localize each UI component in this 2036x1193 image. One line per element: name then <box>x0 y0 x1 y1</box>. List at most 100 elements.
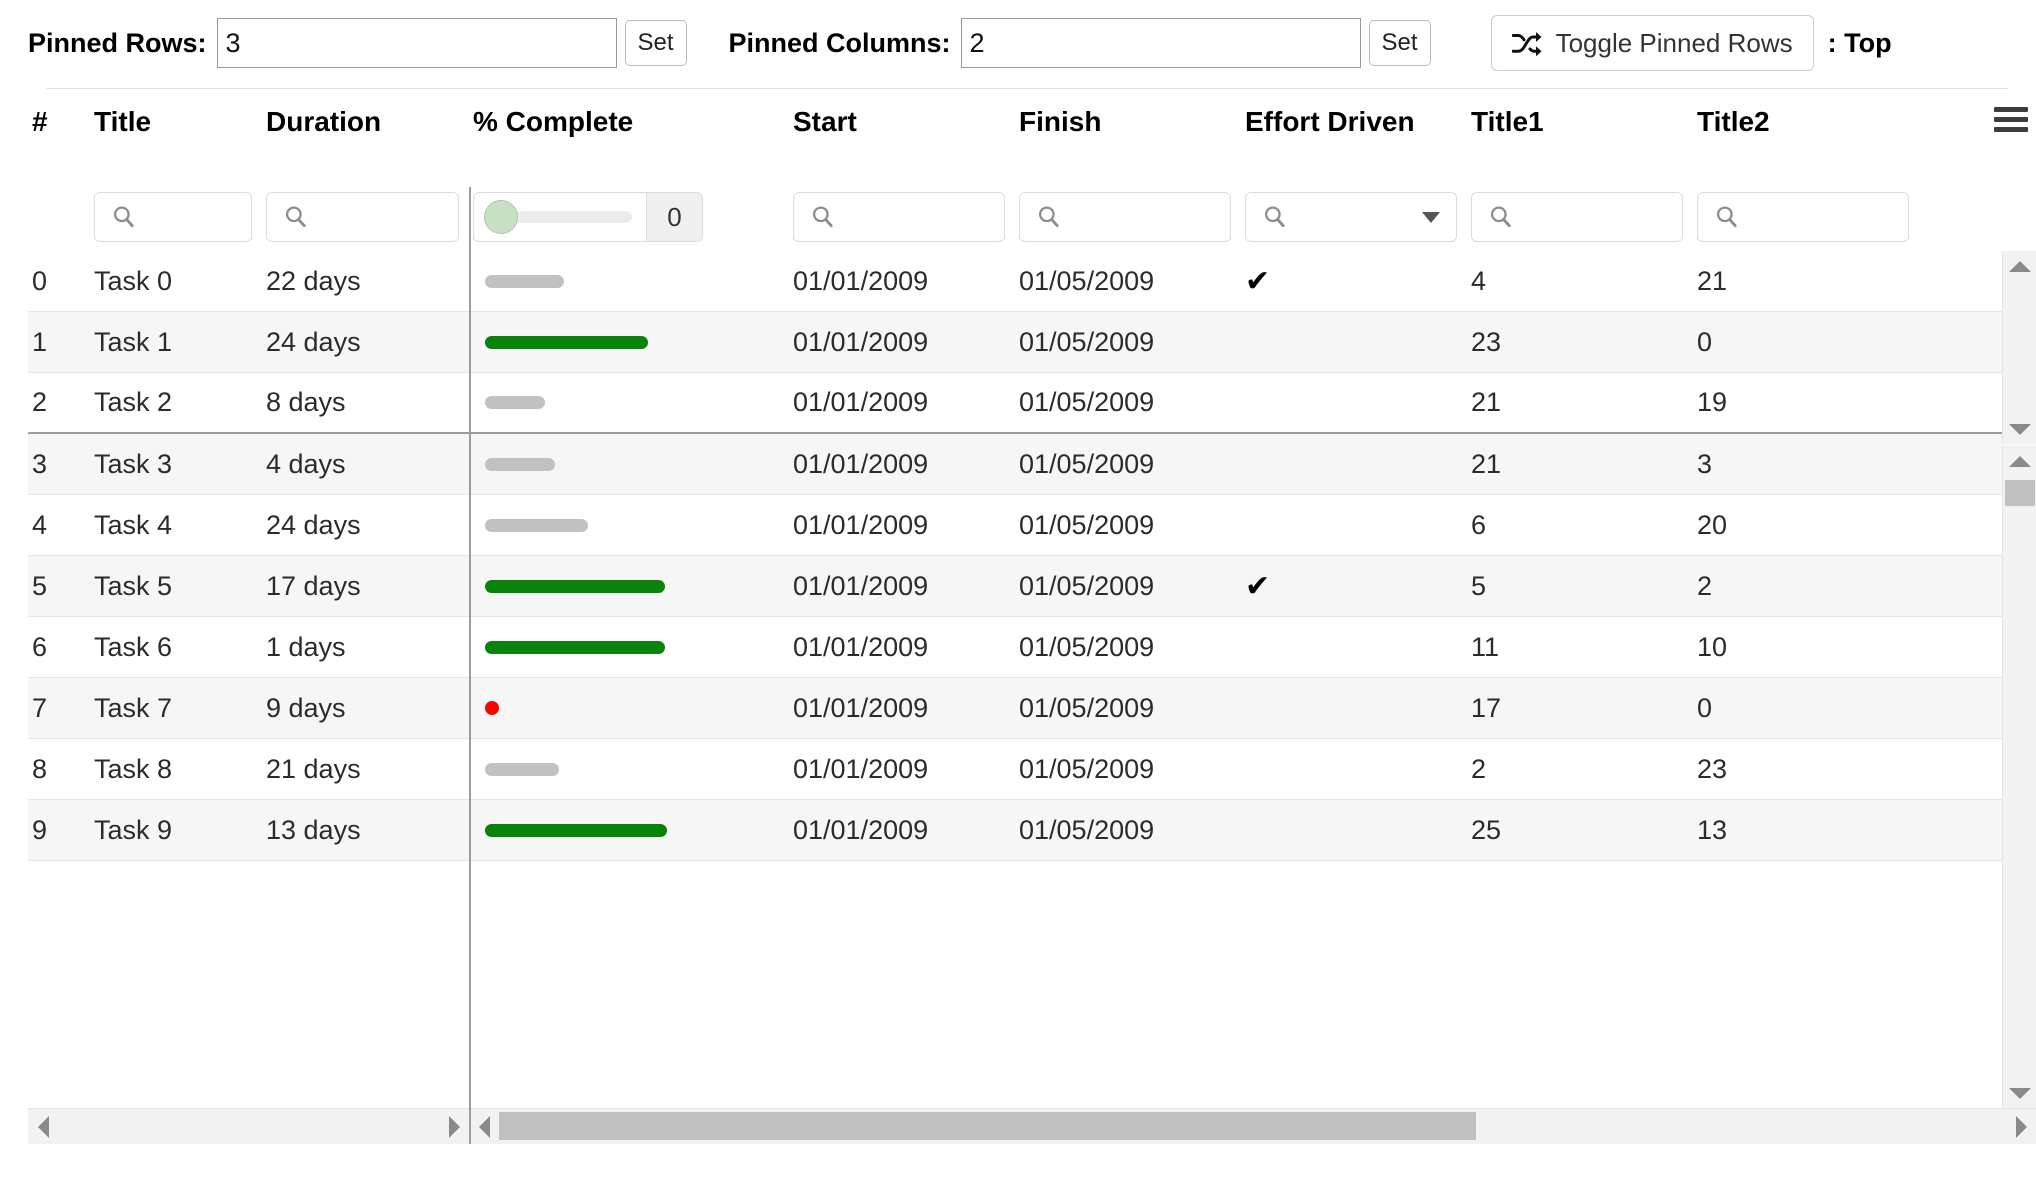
pinned-rows-input[interactable] <box>216 18 617 68</box>
cell-idx[interactable]: 3 <box>28 449 90 480</box>
scroll-right-arrow[interactable] <box>2006 1115 2036 1138</box>
column-header-title1[interactable]: Title1 <box>1467 105 1693 139</box>
column-header-title[interactable]: Title <box>90 105 262 139</box>
cell-pct[interactable] <box>469 457 789 471</box>
cell-finish[interactable]: 01/05/2009 <box>1015 387 1241 418</box>
toggle-pinned-rows-button[interactable]: Toggle Pinned Rows <box>1490 15 1814 71</box>
caret-down-icon[interactable] <box>1422 211 1440 223</box>
vertical-scrollbar-thumb[interactable] <box>2005 480 2035 506</box>
column-header-finish[interactable]: Finish <box>1015 105 1241 139</box>
table-row[interactable]: 4 Task 4 24 days 01/01/2009 01/05/2009 6 20 <box>28 495 2036 556</box>
cell-title2[interactable]: 3 <box>1693 449 1919 480</box>
cell-duration[interactable]: 24 days <box>262 327 469 358</box>
cell-title1[interactable]: 21 <box>1467 449 1693 480</box>
cell-title2[interactable]: 19 <box>1693 387 1919 418</box>
cell-title2[interactable]: 20 <box>1693 510 1919 541</box>
cell-pct[interactable] <box>469 335 789 349</box>
scroll-up-arrow[interactable] <box>2003 446 2036 476</box>
cell-title2[interactable]: 0 <box>1693 327 1919 358</box>
table-row[interactable]: 9 Task 9 13 days 01/01/2009 01/05/2009 25 13 <box>28 800 2036 861</box>
cell-start[interactable]: 01/01/2009 <box>789 449 1015 480</box>
cell-start[interactable]: 01/01/2009 <box>789 510 1015 541</box>
cell-title[interactable]: Task 6 <box>90 632 262 663</box>
pinned-columns-input[interactable] <box>960 18 1361 68</box>
cell-duration[interactable]: 4 days <box>262 449 469 480</box>
cell-duration[interactable]: 1 days <box>262 632 469 663</box>
cell-finish[interactable]: 01/05/2009 <box>1015 510 1241 541</box>
cell-finish[interactable]: 01/05/2009 <box>1015 327 1241 358</box>
cell-idx[interactable]: 9 <box>28 815 90 846</box>
cell-start[interactable]: 01/01/2009 <box>789 754 1015 785</box>
filter-select-effort[interactable] <box>1245 192 1457 242</box>
cell-title[interactable]: Task 2 <box>90 387 262 418</box>
set-pinned-columns-button[interactable]: Set <box>1368 20 1431 66</box>
table-row[interactable]: 6 Task 61 days 01/01/2009 01/05/2009 11 10 <box>28 617 2036 678</box>
cell-pct[interactable] <box>469 396 789 409</box>
cell-start[interactable]: 01/01/2009 <box>789 571 1015 602</box>
cell-duration[interactable]: 22 days <box>262 266 469 297</box>
cell-title[interactable]: Task 7 <box>90 693 262 724</box>
scroll-down-arrow-pinned[interactable] <box>2003 414 2036 444</box>
pinned-rows-vertical-scrollbar[interactable] <box>2002 251 2036 444</box>
scroll-right-arrow-frozen[interactable] <box>439 1115 469 1138</box>
cell-idx[interactable]: 2 <box>28 387 90 418</box>
filter-search-finish[interactable] <box>1019 192 1231 242</box>
cell-finish[interactable]: 01/05/2009 <box>1015 266 1241 297</box>
column-header-idx[interactable]: # <box>28 105 90 139</box>
cell-title[interactable]: Task 9 <box>90 815 262 846</box>
cell-idx[interactable]: 4 <box>28 510 90 541</box>
cell-duration[interactable]: 21 days <box>262 754 469 785</box>
cell-title1[interactable]: 4 <box>1467 266 1693 297</box>
cell-title1[interactable]: 6 <box>1467 510 1693 541</box>
cell-start[interactable]: 01/01/2009 <box>789 327 1015 358</box>
cell-title1[interactable]: 2 <box>1467 754 1693 785</box>
scroll-left-arrow-frozen[interactable] <box>28 1115 58 1138</box>
cell-pct[interactable] <box>469 823 789 837</box>
column-header-title2[interactable]: Title2 <box>1693 105 1919 139</box>
cell-finish[interactable]: 01/05/2009 <box>1015 693 1241 724</box>
table-row[interactable]: 1 Task 1 24 days 01/01/2009 01/05/2009 23 0 <box>28 312 2036 373</box>
grid-horizontal-scrollbar[interactable] <box>469 1108 2036 1144</box>
hamburger-menu-icon[interactable] <box>1994 107 2028 137</box>
cell-finish[interactable]: 01/05/2009 <box>1015 815 1241 846</box>
cell-pct[interactable] <box>469 274 789 288</box>
cell-effort[interactable]: ✔ <box>1241 569 1467 604</box>
cell-finish[interactable]: 01/05/2009 <box>1015 632 1241 663</box>
cell-title2[interactable]: 0 <box>1693 693 1919 724</box>
cell-duration[interactable]: 13 days <box>262 815 469 846</box>
horizontal-scrollbar-thumb[interactable] <box>499 1112 1476 1140</box>
filter-slider-pct[interactable]: 0 <box>473 192 703 242</box>
cell-start[interactable]: 01/01/2009 <box>789 632 1015 663</box>
cell-finish[interactable]: 01/05/2009 <box>1015 571 1241 602</box>
table-row[interactable]: 2 Task 28 days 01/01/2009 01/05/2009 21 19 <box>28 373 2036 434</box>
cell-finish[interactable]: 01/05/2009 <box>1015 449 1241 480</box>
cell-start[interactable]: 01/01/2009 <box>789 815 1015 846</box>
slider-thumb[interactable] <box>484 200 518 234</box>
cell-title[interactable]: Task 3 <box>90 449 262 480</box>
cell-duration[interactable]: 9 days <box>262 693 469 724</box>
cell-title2[interactable]: 23 <box>1693 754 1919 785</box>
cell-duration[interactable]: 8 days <box>262 387 469 418</box>
grid-vertical-scrollbar[interactable] <box>2002 446 2036 1108</box>
cell-title[interactable]: Task 1 <box>90 327 262 358</box>
cell-pct[interactable] <box>469 701 789 715</box>
filter-search-duration[interactable] <box>266 192 459 242</box>
filter-search-title[interactable] <box>94 192 252 242</box>
frozen-pane-horizontal-scrollbar[interactable] <box>28 1108 469 1144</box>
table-row[interactable]: 5 Task 5 17 days 01/01/2009 01/05/2009 ✔ 5 2 <box>28 556 2036 617</box>
slider-track-wrap[interactable] <box>474 193 646 241</box>
table-row[interactable]: 8 Task 8 21 days 01/01/2009 01/05/2009 2 23 <box>28 739 2036 800</box>
cell-title2[interactable]: 21 <box>1693 266 1919 297</box>
cell-idx[interactable]: 7 <box>28 693 90 724</box>
cell-idx[interactable]: 6 <box>28 632 90 663</box>
column-header-pct[interactable]: % Complete <box>469 105 789 139</box>
cell-title1[interactable]: 21 <box>1467 387 1693 418</box>
cell-pct[interactable] <box>469 762 789 776</box>
scroll-left-arrow[interactable] <box>469 1115 499 1138</box>
cell-title2[interactable]: 13 <box>1693 815 1919 846</box>
filter-search-title1[interactable] <box>1471 192 1683 242</box>
cell-title1[interactable]: 25 <box>1467 815 1693 846</box>
cell-pct[interactable] <box>469 640 789 654</box>
table-row[interactable]: 7 Task 79 days 01/01/2009 01/05/2009 17 0 <box>28 678 2036 739</box>
cell-start[interactable]: 01/01/2009 <box>789 266 1015 297</box>
